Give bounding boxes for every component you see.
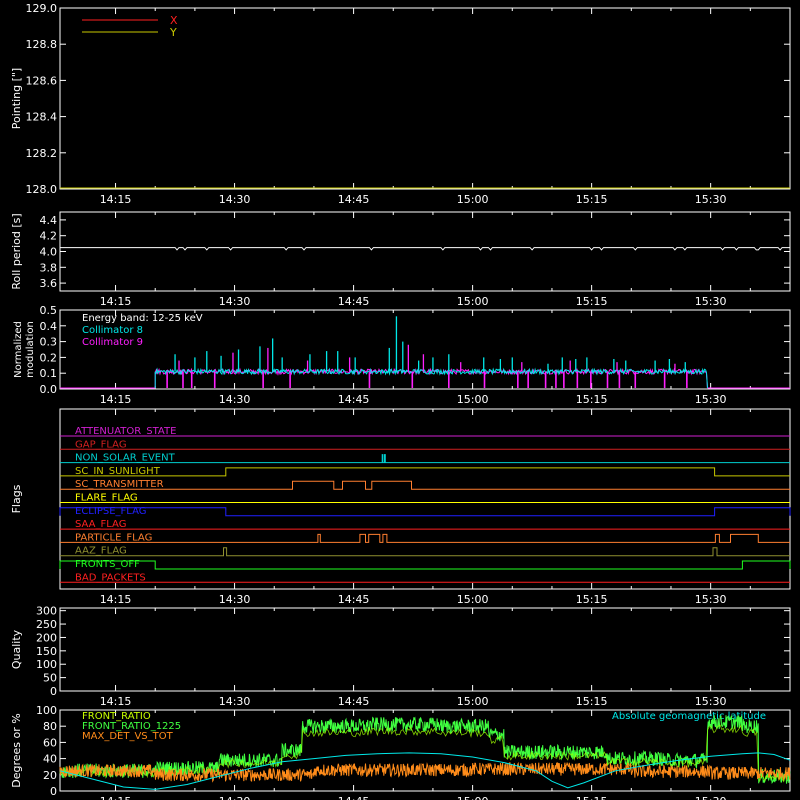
y-tick-label: 4.4 bbox=[40, 214, 58, 227]
x-tick-label: 14:15 bbox=[100, 295, 132, 308]
x-tick-label: 14:30 bbox=[219, 593, 251, 606]
flag-label: SAA_FLAG bbox=[75, 519, 126, 530]
flag-label: AAZ_FLAG bbox=[75, 546, 127, 557]
y-axis-label: Degrees or % bbox=[10, 713, 23, 787]
x-tick-label: 15:30 bbox=[695, 193, 727, 206]
x-tick-label: 14:45 bbox=[338, 295, 370, 308]
y-axis-label: Roll period [s] bbox=[10, 213, 23, 289]
legend-label: Y bbox=[169, 26, 177, 39]
x-tick-label: 14:45 bbox=[338, 193, 370, 206]
x-tick-label: 15:00 bbox=[457, 193, 489, 206]
y-tick-label: 128.8 bbox=[26, 38, 58, 51]
y-tick-label: 4.0 bbox=[40, 246, 58, 259]
y-tick-label: 200 bbox=[36, 631, 57, 644]
legend-label: Collimator 9 bbox=[82, 337, 143, 348]
x-tick-label: 14:30 bbox=[219, 795, 251, 800]
energy-band-annotation: Energy band: 12-25 keV bbox=[82, 313, 203, 324]
y-axis-label: Pointing ["] bbox=[10, 68, 23, 129]
x-tick-label: 14:15 bbox=[100, 393, 132, 406]
y-axis-label: Flags bbox=[10, 484, 23, 513]
x-tick-label: 15:15 bbox=[576, 193, 608, 206]
y-tick-label: 4.2 bbox=[40, 230, 58, 243]
x-tick-label: 14:15 bbox=[100, 795, 132, 800]
x-tick-label: 15:00 bbox=[457, 795, 489, 800]
y-tick-label: 0.5 bbox=[40, 304, 58, 317]
flag-label: NON_SOLAR_EVENT bbox=[75, 453, 176, 464]
x-tick-label: 15:00 bbox=[457, 295, 489, 308]
x-tick-label: 14:45 bbox=[338, 795, 370, 800]
x-tick-label: 15:15 bbox=[576, 695, 608, 708]
x-tick-label: 15:30 bbox=[695, 593, 727, 606]
y-tick-label: 0.4 bbox=[40, 320, 58, 333]
y-tick-label: 129.0 bbox=[26, 2, 58, 15]
y-axis-label: Quality bbox=[10, 629, 23, 669]
x-tick-label: 14:15 bbox=[100, 593, 132, 606]
y-tick-label: 128.0 bbox=[26, 183, 58, 196]
flag-label: GAP_FLAG bbox=[75, 439, 127, 450]
legend-label: Collimator 8 bbox=[82, 325, 143, 336]
x-tick-label: 14:45 bbox=[338, 695, 370, 708]
y-tick-label: 60 bbox=[43, 736, 57, 749]
x-tick-label: 15:00 bbox=[457, 695, 489, 708]
x-tick-label: 15:30 bbox=[695, 695, 727, 708]
flag-label: FLARE_FLAG bbox=[75, 493, 138, 504]
y-tick-label: 3.8 bbox=[40, 261, 58, 274]
flag-label: SC_IN_SUNLIGHT bbox=[75, 466, 161, 477]
flag-label: ATTENUATOR_STATE bbox=[75, 426, 176, 437]
y-tick-label: 150 bbox=[36, 645, 57, 658]
y-tick-label: 128.2 bbox=[26, 147, 58, 160]
y-tick-label: 300 bbox=[36, 605, 57, 618]
x-tick-label: 14:30 bbox=[219, 695, 251, 708]
y-tick-label: 0.2 bbox=[40, 351, 58, 364]
flag-label: PARTICLE_FLAG bbox=[75, 532, 152, 543]
y-tick-label: 128.6 bbox=[26, 74, 58, 87]
y-tick-label: 40 bbox=[43, 753, 57, 766]
y-tick-label: 0.0 bbox=[40, 383, 58, 396]
x-tick-label: 14:45 bbox=[338, 593, 370, 606]
x-tick-label: 15:00 bbox=[457, 593, 489, 606]
y-tick-label: 20 bbox=[43, 769, 57, 782]
y-tick-label: 0 bbox=[50, 785, 57, 798]
flag-label: BAD_PACKETS bbox=[75, 572, 146, 583]
x-tick-label: 15:15 bbox=[576, 295, 608, 308]
figure: 14:1514:3014:4515:0015:1515:3015:45128.0… bbox=[0, 0, 800, 800]
x-tick-label: 15:30 bbox=[695, 295, 727, 308]
y-axis-label: modulation bbox=[25, 321, 36, 378]
x-tick-label: 14:30 bbox=[219, 393, 251, 406]
y-tick-label: 250 bbox=[36, 618, 57, 631]
legend-label: MAX_DET_VS_TOT bbox=[82, 731, 174, 742]
flag-label: SC_TRANSMITTER bbox=[75, 479, 164, 490]
y-tick-label: 50 bbox=[43, 672, 57, 685]
y-tick-label: 80 bbox=[43, 720, 57, 733]
y-tick-label: 128.4 bbox=[26, 111, 58, 124]
y-axis-label: Normalized bbox=[13, 321, 24, 378]
y-tick-label: 100 bbox=[36, 704, 57, 717]
x-tick-label: 14:30 bbox=[219, 193, 251, 206]
y-tick-label: 0.1 bbox=[40, 367, 58, 380]
x-tick-label: 15:30 bbox=[695, 795, 727, 800]
x-tick-label: 14:15 bbox=[100, 193, 132, 206]
x-tick-label: 15:15 bbox=[576, 795, 608, 800]
x-tick-label: 14:45 bbox=[338, 393, 370, 406]
x-tick-label: 14:15 bbox=[100, 695, 132, 708]
x-tick-label: 14:30 bbox=[219, 295, 251, 308]
x-tick-label: 15:00 bbox=[457, 393, 489, 406]
x-tick-label: 15:15 bbox=[576, 593, 608, 606]
x-tick-label: 15:15 bbox=[576, 393, 608, 406]
y-tick-label: 3.6 bbox=[40, 277, 58, 290]
y-tick-label: 0.3 bbox=[40, 336, 58, 349]
y-tick-label: 0 bbox=[50, 685, 57, 698]
x-tick-label: 15:30 bbox=[695, 393, 727, 406]
y-tick-label: 100 bbox=[36, 658, 57, 671]
